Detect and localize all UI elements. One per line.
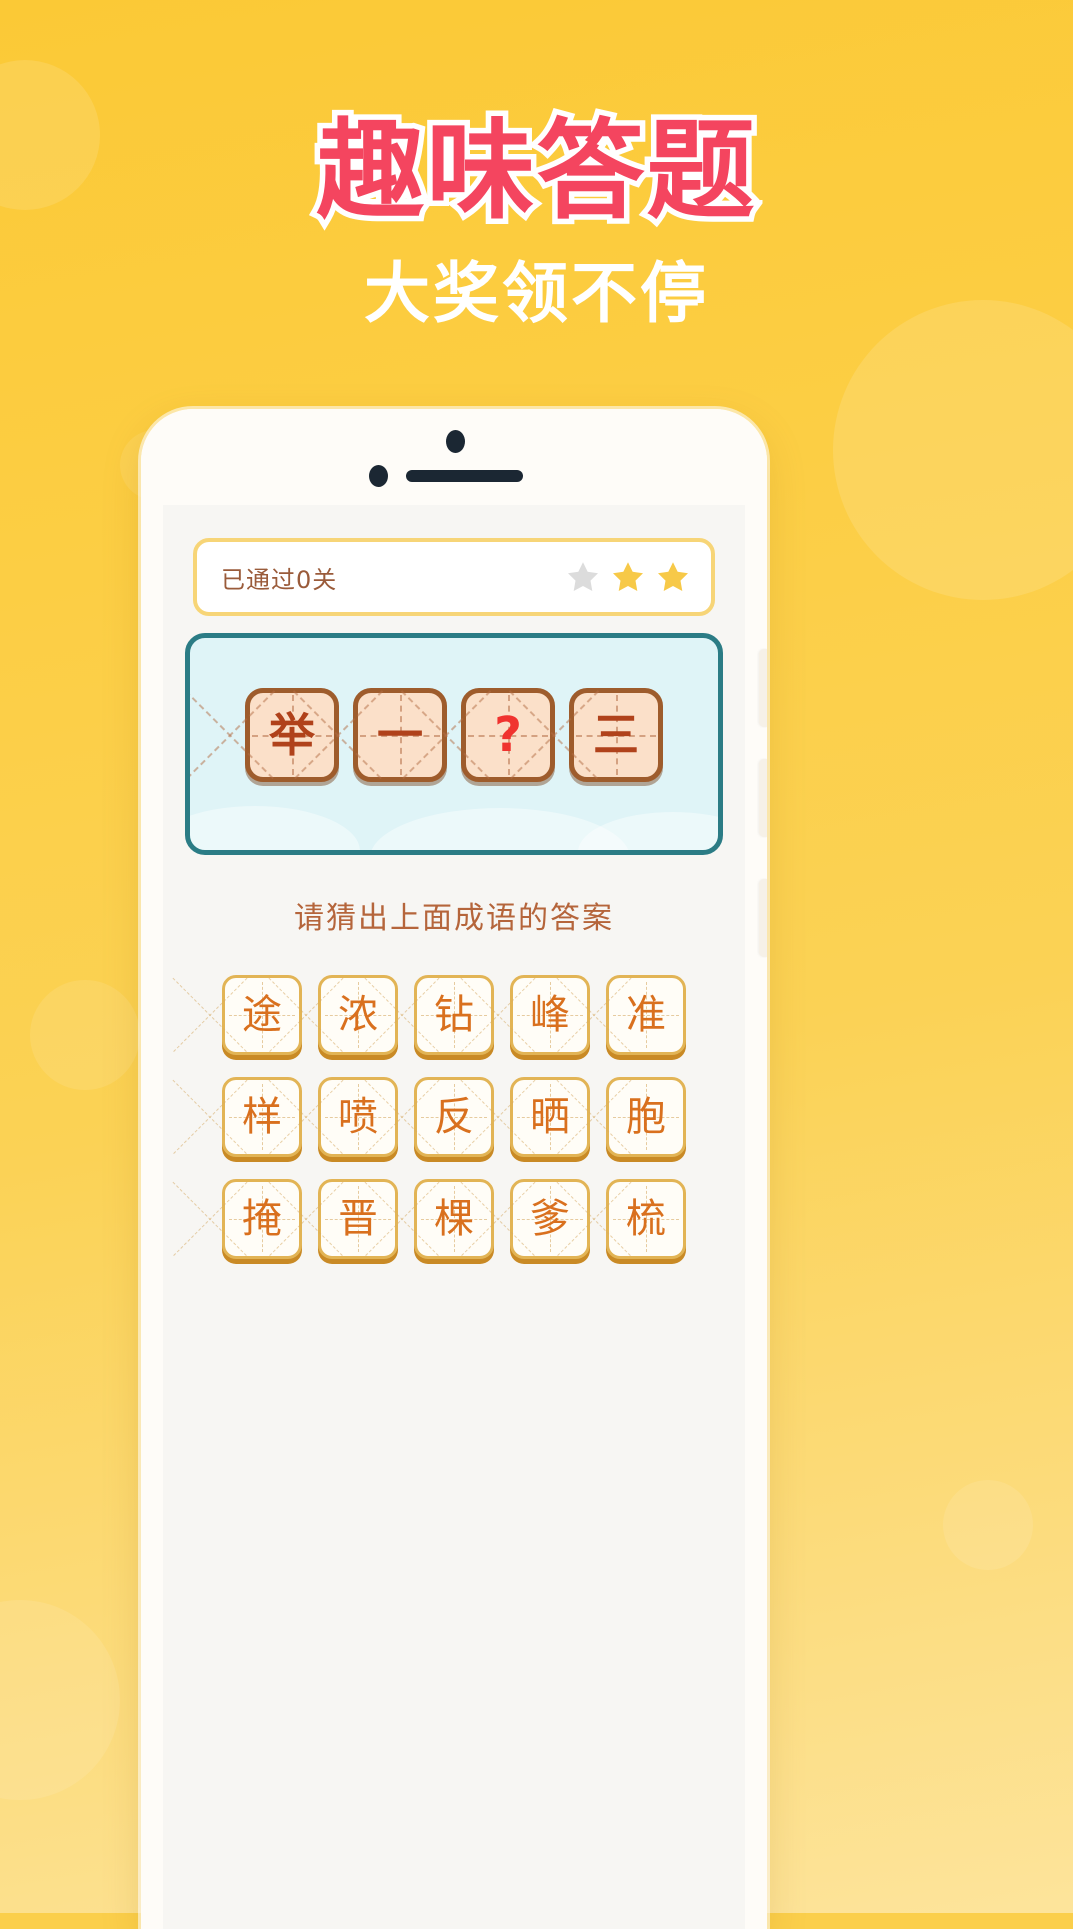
answer-tile[interactable]: 梳 bbox=[556, 1179, 686, 1259]
decorative-wave bbox=[190, 806, 360, 850]
power-button[interactable] bbox=[759, 879, 767, 957]
phone-mockup: 已通过0关 举 一 ? 三 请猜出上面成语的答案 途 浓 钻 峰 准 样 喷 反… bbox=[141, 409, 767, 1929]
answer-tile[interactable]: 途 bbox=[172, 975, 302, 1055]
star-icon-filled bbox=[658, 562, 688, 591]
progress-card: 已通过0关 bbox=[193, 538, 715, 616]
question-mark-icon: ? bbox=[494, 707, 522, 763]
answer-tile-char: 掩 bbox=[242, 1196, 282, 1242]
answer-tile[interactable]: 胞 bbox=[556, 1077, 686, 1157]
answer-tile[interactable]: 准 bbox=[556, 975, 686, 1055]
answer-tile-char: 准 bbox=[626, 992, 666, 1038]
answer-tile-char: 反 bbox=[434, 1094, 474, 1140]
answer-tile-char: 胞 bbox=[626, 1094, 666, 1140]
puzzle-tile[interactable]: 一 bbox=[292, 688, 447, 782]
decorative-wave bbox=[578, 812, 718, 850]
answer-tile-char: 浓 bbox=[338, 992, 378, 1038]
decorative-circle bbox=[0, 1600, 120, 1800]
answer-tile[interactable]: 浓 bbox=[268, 975, 398, 1055]
grid-line-icon bbox=[173, 1181, 248, 1256]
promo-headline: 趣味答题 大奖领不停 bbox=[0, 103, 1073, 331]
instruction-text: 请猜出上面成语的答案 bbox=[294, 901, 614, 936]
answer-row: 途 浓 钻 峰 准 bbox=[172, 975, 719, 1055]
star-rating bbox=[565, 559, 691, 595]
answer-tile-char: 喷 bbox=[338, 1094, 378, 1140]
answer-tile[interactable]: 钻 bbox=[364, 975, 494, 1055]
grid-line-icon bbox=[190, 690, 276, 780]
camera-icon bbox=[446, 430, 465, 453]
puzzle-tile[interactable]: 三 bbox=[508, 688, 663, 782]
answer-tile[interactable]: 棵 bbox=[364, 1179, 494, 1259]
answer-tile-char: 晋 bbox=[338, 1196, 378, 1242]
answer-tile-char: 梳 bbox=[626, 1196, 666, 1242]
volume-down-button[interactable] bbox=[759, 759, 767, 837]
promo-subtitle: 大奖领不停 bbox=[364, 256, 709, 331]
decorative-circle bbox=[833, 300, 1073, 600]
answer-row: 样 喷 反 晒 胞 bbox=[172, 1077, 719, 1157]
puzzle-tile-blank[interactable]: ? bbox=[400, 688, 555, 782]
promo-main-title: 趣味答题 bbox=[311, 103, 760, 239]
answer-tile-char: 途 bbox=[242, 992, 282, 1038]
answer-tile[interactable]: 晒 bbox=[460, 1077, 590, 1157]
puzzle-tile-char: 举 bbox=[269, 708, 315, 762]
grid-line-icon bbox=[173, 1079, 248, 1154]
star-icon-empty bbox=[568, 562, 598, 591]
answer-bank: 途 浓 钻 峰 准 样 喷 反 晒 胞 掩 晋 棵 爹 梳 bbox=[172, 975, 719, 1259]
grid-line-icon bbox=[172, 977, 247, 1052]
puzzle-tile-char: 三 bbox=[593, 708, 639, 762]
grid-line-icon bbox=[172, 1079, 247, 1154]
puzzle-panel: 举 一 ? 三 bbox=[185, 633, 723, 855]
answer-tile-char: 峰 bbox=[530, 992, 570, 1038]
answer-tile[interactable]: 喷 bbox=[268, 1077, 398, 1157]
grid-line-icon bbox=[173, 977, 248, 1052]
puzzle-tile-char: 一 bbox=[377, 708, 423, 762]
volume-up-button[interactable] bbox=[759, 649, 767, 727]
star-icon-filled bbox=[613, 562, 643, 591]
answer-row: 掩 晋 棵 爹 梳 bbox=[172, 1179, 719, 1259]
answer-tile[interactable]: 反 bbox=[364, 1077, 494, 1157]
answer-tile[interactable]: 掩 bbox=[172, 1179, 302, 1259]
answer-tile[interactable]: 爹 bbox=[460, 1179, 590, 1259]
answer-tile-char: 钻 bbox=[434, 992, 474, 1038]
phone-notch bbox=[141, 409, 767, 505]
answer-tile-char: 爹 bbox=[530, 1196, 570, 1242]
speaker-grille bbox=[406, 470, 523, 482]
answer-tile-char: 棵 bbox=[434, 1196, 474, 1242]
answer-tile[interactable]: 峰 bbox=[460, 975, 590, 1055]
answer-tile-char: 样 bbox=[242, 1094, 282, 1140]
sensor-icon bbox=[369, 465, 388, 487]
answer-tile-char: 晒 bbox=[530, 1094, 570, 1140]
phone-screen: 已通过0关 举 一 ? 三 请猜出上面成语的答案 途 浓 钻 峰 准 样 喷 反… bbox=[163, 505, 745, 1929]
puzzle-tile[interactable]: 举 bbox=[190, 688, 339, 782]
answer-tile[interactable]: 样 bbox=[172, 1077, 302, 1157]
decorative-circle bbox=[30, 980, 140, 1090]
answer-tile[interactable]: 晋 bbox=[268, 1179, 398, 1259]
grid-line-icon bbox=[172, 1181, 247, 1256]
progress-label: 已通过0关 bbox=[221, 565, 338, 594]
puzzle-tile-row: 举 一 ? 三 bbox=[190, 688, 718, 782]
grid-line-icon bbox=[190, 690, 274, 780]
decorative-circle bbox=[943, 1480, 1033, 1570]
